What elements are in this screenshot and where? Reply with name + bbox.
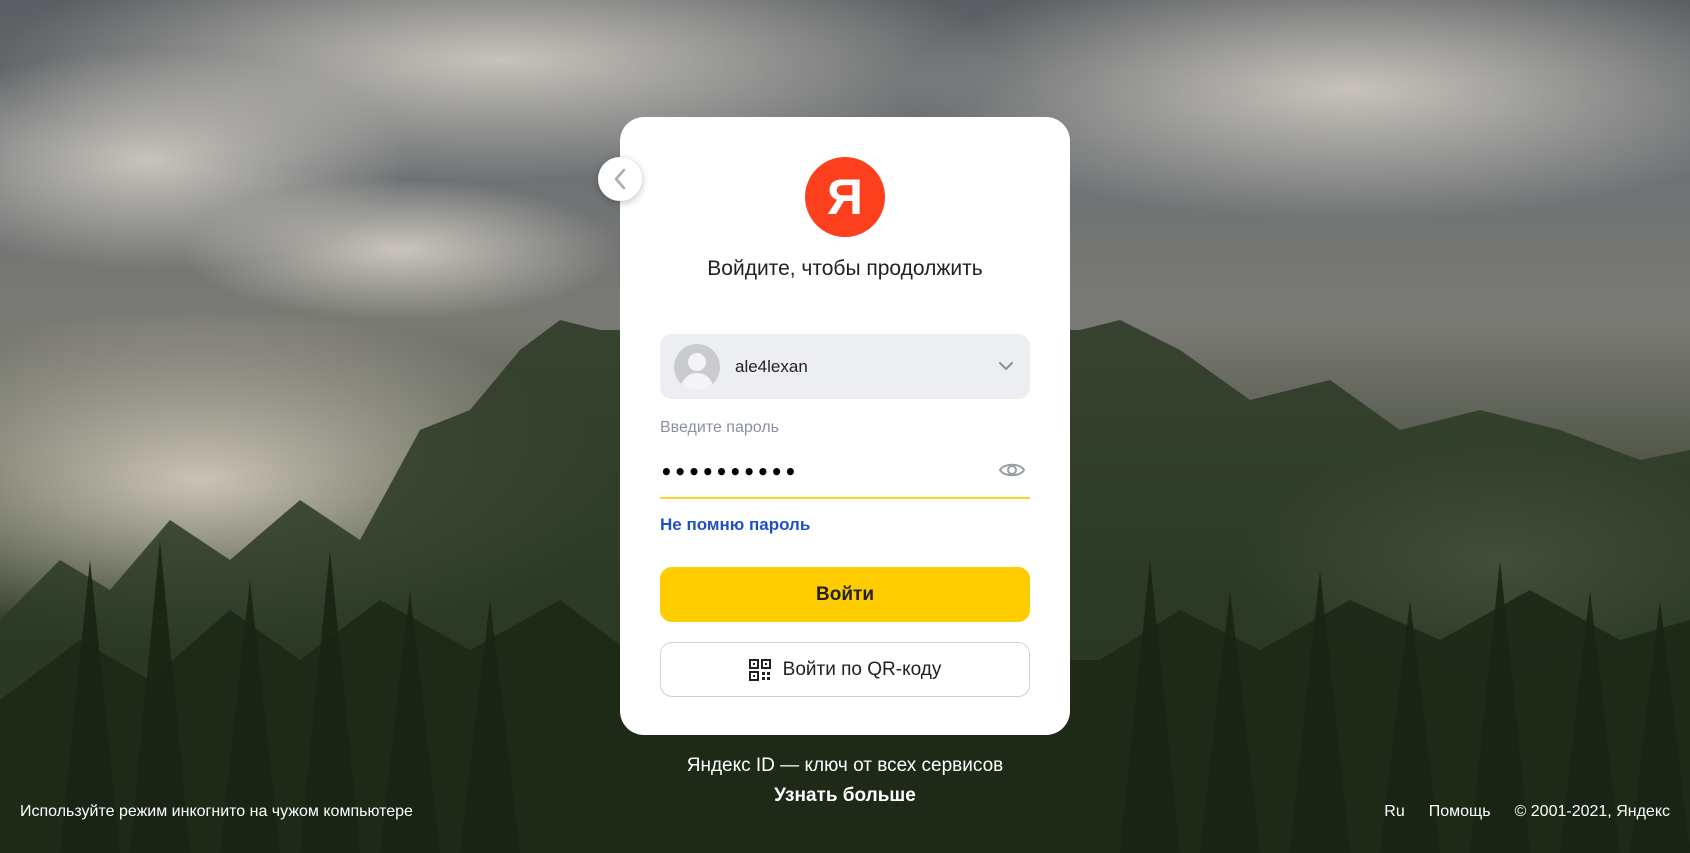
qr-code-icon [748,658,771,681]
password-field[interactable]: •••••••••• [660,447,1030,499]
chevron-down-icon [998,358,1014,376]
qr-button-label: Войти по QR-коду [782,658,942,680]
yandex-logo: Я [805,157,885,237]
password-label: Введите пароль [660,419,779,436]
promo-tagline: Яндекс ID — ключ от всех сервисов [686,755,1004,776]
password-input[interactable]: •••••••••• [660,460,998,484]
login-button[interactable]: Войти [660,567,1030,622]
help-link[interactable]: Помощь [1429,803,1491,821]
learn-more-container: Узнать больше [620,785,1070,807]
qr-login-button[interactable]: Войти по QR-коду [660,642,1030,697]
language-switcher[interactable]: Ru [1384,803,1404,821]
chevron-left-icon [614,168,626,190]
copyright: © 2001-2021, Яндекс [1514,803,1670,820]
page-title: Войдите, чтобы продолжить [707,257,983,280]
eye-icon[interactable] [998,460,1026,485]
account-selector[interactable]: ale4lexan [660,334,1030,399]
forgot-password-link[interactable]: Не помню пароль [660,515,810,535]
footer-links: Ru Помощь © 2001-2021, Яндекс [1384,803,1670,821]
learn-more-link[interactable]: Узнать больше [774,785,916,806]
login-card: Я Войдите, чтобы продолжить ale4lexan Вв… [620,117,1070,735]
logo-letter: Я [827,169,863,225]
user-avatar-icon [674,343,720,390]
account-login: ale4lexan [735,356,808,376]
incognito-hint: Используйте режим инкогнито на чужом ком… [20,803,413,820]
back-button[interactable] [598,157,642,201]
